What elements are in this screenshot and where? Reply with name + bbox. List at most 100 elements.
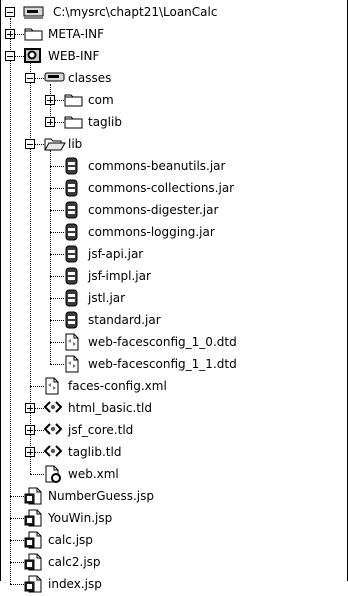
dtd-file-icon [64,333,80,354]
expand-com-toggle[interactable] [45,95,55,105]
tree-item-html-basic-tld[interactable]: html_basic.tld [1,397,347,419]
tree-item-label: YouWin.jsp [48,511,113,525]
tree-connector-line [30,386,44,387]
tree-item-label: web-facesconfig_1_1.dtd [88,357,237,371]
tree-connector-line [50,254,64,255]
tree-item-label: index.jsp [48,577,102,591]
tree-item-numberguess-jsp[interactable]: NumberGuess.jsp [1,485,347,507]
tree-item-taglib[interactable]: taglib [1,111,347,133]
collapse-classes-toggle[interactable] [25,73,35,83]
folder-icon [64,91,84,110]
tree-item-label: taglib.tld [68,445,122,459]
tree-item-lib[interactable]: lib [1,133,347,155]
tree-item-label: WEB-INF [48,49,100,63]
jar-icon [64,157,80,178]
tree-item-youwin-jsp[interactable]: YouWin.jsp [1,507,347,529]
tree-item-meta-inf[interactable]: META-INF [1,23,347,45]
tree-connector-line [50,342,64,343]
tree-connector-line [10,584,24,585]
tree-connector-line [50,276,64,277]
tree-item-label: classes [68,71,112,85]
tree-item-label: jstl.jar [88,291,126,305]
tree-item-jsf-impl-jar[interactable]: jsf-impl.jar [1,265,347,287]
tree-item-jsf-core-tld[interactable]: jsf_core.tld [1,419,347,441]
jsp-file-icon [24,509,44,530]
tree-item-label: standard.jar [88,313,161,327]
tree-item-web-inf[interactable]: WEB-INF [1,45,347,67]
tree-connector-line [30,474,44,475]
tree-item-commons-collections-jar[interactable]: commons-collections.jar [1,177,347,199]
project-tree[interactable]: C:\mysrc\chapt21\LoanCalc META-INF WEB-IN… [0,0,348,593]
tree-item-label: NumberGuess.jsp [48,489,155,503]
tree-connector-line [10,562,24,563]
tree-item-web-facesconfig-1-1-dtd[interactable]: web-facesconfig_1_1.dtd [1,353,347,375]
jar-icon [64,267,80,288]
tree-item-jstl-jar[interactable]: jstl.jar [1,287,347,309]
tree-item-com[interactable]: com [1,89,347,111]
tree-item-label: calc.jsp [48,533,93,547]
tree-item-label: taglib [88,115,122,129]
tree-item-label: com [88,93,114,107]
tree-item-label: commons-digester.jar [88,203,219,217]
jar-icon [64,311,80,332]
tree-item-label: faces-config.xml [68,379,167,393]
tree-item-faces-config-xml[interactable]: faces-config.xml [1,375,347,397]
tld-icon [43,399,63,418]
tree-item-label: META-INF [48,27,105,41]
expand-jsf-core-tld-toggle[interactable] [25,425,35,435]
tree-root[interactable]: C:\mysrc\chapt21\LoanCalc [1,1,347,23]
jar-icon [64,223,80,244]
tree-connector-line [50,166,64,167]
dtd-file-icon [64,355,80,376]
expand-taglib-toggle[interactable] [45,117,55,127]
tree-item-taglib-tld[interactable]: taglib.tld [1,441,347,463]
folder-icon [24,25,44,44]
tree-item-commons-digester-jar[interactable]: commons-digester.jar [1,199,347,221]
tree-connector-line [50,298,64,299]
collapse-web-inf-toggle[interactable] [5,51,15,61]
web-inf-folder-icon [24,47,44,66]
jsp-file-icon [24,575,44,596]
tree-item-classes[interactable]: classes [1,67,347,89]
tree-item-calc2-jsp[interactable]: calc2.jsp [1,551,347,573]
tld-icon [43,443,63,462]
tree-item-web-xml[interactable]: web.xml [1,463,347,485]
tree-item-label: calc2.jsp [48,555,101,569]
tree-item-calc-jsp[interactable]: calc.jsp [1,529,347,551]
jar-icon [64,245,80,266]
tree-item-label: commons-logging.jar [88,225,215,239]
tree-item-label: lib [68,137,83,151]
expand-taglib-tld-toggle[interactable] [25,447,35,457]
tree-connector-line [50,210,64,211]
tree-root-label: C:\mysrc\chapt21\LoanCalc [53,5,218,19]
tree-item-standard-jar[interactable]: standard.jar [1,309,347,331]
xml-file-icon [44,377,60,398]
open-folder-icon [44,135,66,154]
web-xml-file-icon [44,465,62,486]
tree-item-label: html_basic.tld [68,401,152,415]
tree-item-index-jsp[interactable]: index.jsp [1,573,347,595]
collapse-root-toggle[interactable] [5,7,15,17]
expand-meta-inf-toggle[interactable] [5,29,15,39]
expand-html-basic-tld-toggle[interactable] [25,403,35,413]
jar-icon [64,201,80,222]
jar-icon [64,289,80,310]
tree-connector-line [10,496,24,497]
collapse-lib-toggle[interactable] [25,139,35,149]
tree-connector-line [50,364,64,365]
tree-connector-line [50,232,64,233]
jsp-file-icon [24,531,44,552]
jsp-file-icon [24,553,44,574]
tree-item-label: jsf_core.tld [68,423,134,437]
tree-item-label: commons-beanutils.jar [88,159,226,173]
package-folder-icon [44,69,66,88]
tree-item-commons-logging-jar[interactable]: commons-logging.jar [1,221,347,243]
tree-item-label: web-facesconfig_1_0.dtd [88,335,237,349]
tree-item-web-facesconfig-1-0-dtd[interactable]: web-facesconfig_1_0.dtd [1,331,347,353]
tree-connector-line [50,320,64,321]
folder-icon [64,113,84,132]
tree-item-jsf-api-jar[interactable]: jsf-api.jar [1,243,347,265]
tree-item-commons-beanutils-jar[interactable]: commons-beanutils.jar [1,155,347,177]
tree-connector-line [10,518,24,519]
tree-item-label: web.xml [68,467,119,481]
